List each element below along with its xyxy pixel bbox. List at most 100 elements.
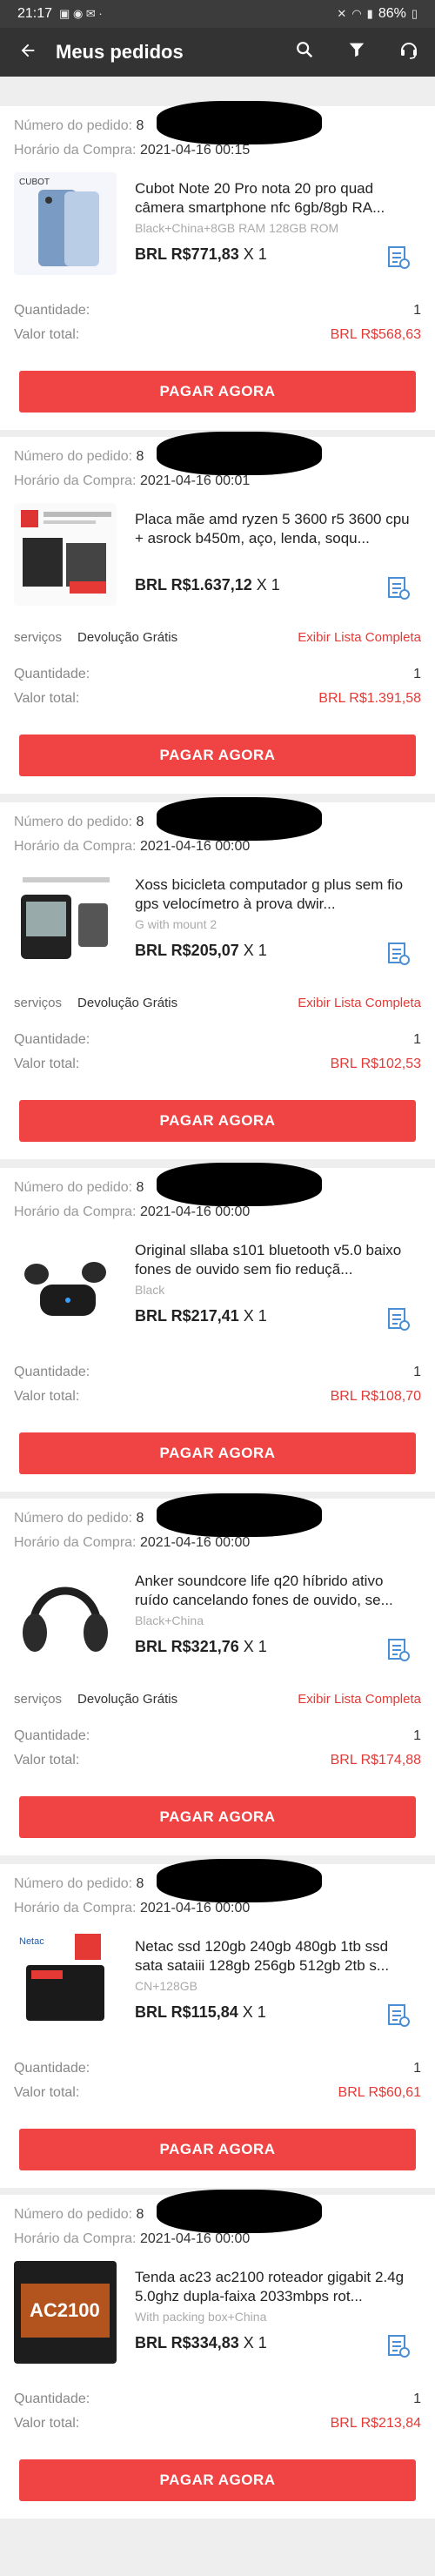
battery-level: 86% xyxy=(378,6,406,21)
pay-now-button[interactable]: PAGAR AGORA xyxy=(19,371,416,413)
total-value: BRL R$60,61 xyxy=(338,2085,421,2100)
notification-icons: ▣ ◉ ✉ · xyxy=(59,7,103,20)
redaction-mark xyxy=(157,101,322,144)
product-image-logo: CUBOT xyxy=(19,178,50,187)
quantity-label: Quantidade: xyxy=(14,1365,90,1379)
total-value: BRL R$1.391,58 xyxy=(318,691,421,706)
order-number-row: Número do pedido: 8 xyxy=(14,815,144,830)
services-label: serviços xyxy=(14,630,63,645)
quantity-value: 1 xyxy=(413,1365,421,1379)
order-time-value: 2021-04-16 00:01 xyxy=(139,473,251,488)
document-icon[interactable] xyxy=(387,2003,410,2028)
quantity-label: Quantidade: xyxy=(14,667,90,681)
total-label: Valor total: xyxy=(14,2085,80,2100)
pay-now-button[interactable]: PAGAR AGORA xyxy=(19,735,416,776)
redaction-mark xyxy=(157,1859,322,1902)
document-icon[interactable] xyxy=(387,1307,410,1332)
product-image[interactable] xyxy=(14,503,117,606)
product-image[interactable] xyxy=(14,1565,117,1667)
product-price: BRL R$205,07 xyxy=(135,942,239,959)
services-row: serviços Devolução Grátis Exibir Lista Com… xyxy=(14,996,421,1010)
order-number-value: 8 xyxy=(136,815,144,829)
redaction-mark xyxy=(157,2190,322,2233)
document-icon[interactable] xyxy=(387,245,410,270)
order-number-label: Número do pedido: xyxy=(14,1180,133,1195)
quantity-label: Quantidade: xyxy=(14,1032,90,1047)
product-price-line: BRL R$1.637,12 X 1 xyxy=(135,576,280,594)
pay-now-button[interactable]: PAGAR AGORA xyxy=(19,1796,416,1838)
headset-support-icon[interactable] xyxy=(383,39,435,65)
filter-icon[interactable] xyxy=(331,40,383,64)
product-image-logo: Netac xyxy=(19,1936,44,1947)
product-title[interactable]: Anker soundcore life q20 híbrido ativo r… xyxy=(135,1572,413,1610)
search-icon[interactable] xyxy=(278,40,331,64)
battery-icon: ▯ xyxy=(411,7,418,20)
total-label: Valor total: xyxy=(14,2416,80,2431)
document-icon[interactable] xyxy=(387,1638,410,1662)
view-full-list-link[interactable]: Exibir Lista Completa xyxy=(298,630,421,645)
order-number-row: Número do pedido: 8 xyxy=(14,118,144,134)
order-card: Número do pedido: 8 Horário da Compra: 2… xyxy=(0,1493,435,1855)
product-title[interactable]: Xoss bicicleta computador g plus sem fio… xyxy=(135,875,413,914)
order-number-value: 8 xyxy=(136,2207,144,2222)
product-qty: X 1 xyxy=(243,942,267,959)
product-image[interactable]: Netac xyxy=(14,1930,117,2033)
back-arrow-icon[interactable] xyxy=(0,39,56,66)
product-title[interactable]: Placa mãe amd ryzen 5 3600 r5 3600 cpu +… xyxy=(135,510,413,548)
total-row: Valor total: BRL R$60,61 xyxy=(14,2085,421,2101)
product-image[interactable]: CUBOT xyxy=(14,172,117,275)
wifi-icon: ◠ xyxy=(351,7,362,20)
pay-now-button[interactable]: PAGAR AGORA xyxy=(19,1100,416,1142)
order-number-row: Número do pedido: 8 xyxy=(14,1876,144,1892)
product-image[interactable] xyxy=(14,1234,117,1337)
document-icon[interactable] xyxy=(387,2334,410,2358)
order-time-row: Horário da Compra: 2021-04-16 00:00 xyxy=(14,839,250,855)
redaction-mark xyxy=(157,1493,322,1537)
redaction-mark xyxy=(157,1163,322,1206)
services-value: Devolução Grátis xyxy=(77,630,178,645)
order-time-row: Horário da Compra: 2021-04-16 00:01 xyxy=(14,473,250,489)
total-value: BRL R$213,84 xyxy=(330,2416,421,2431)
order-time-row: Horário da Compra: 2021-04-16 00:00 xyxy=(14,2231,250,2247)
order-time-row: Horário da Compra: 2021-04-16 00:15 xyxy=(14,143,250,158)
signal-icon: ▮ xyxy=(366,7,373,20)
order-time-value: 2021-04-16 00:00 xyxy=(139,1901,251,1915)
quantity-label: Quantidade: xyxy=(14,1728,90,1743)
app-bar: Meus pedidos xyxy=(0,28,435,77)
services-value: Devolução Grátis xyxy=(77,1692,178,1707)
total-value: BRL R$102,53 xyxy=(330,1057,421,1071)
pay-now-button[interactable]: PAGAR AGORA xyxy=(19,2459,416,2501)
document-icon[interactable] xyxy=(387,576,410,600)
view-full-list-link[interactable]: Exibir Lista Completa xyxy=(298,996,421,1010)
product-title[interactable]: Netac ssd 120gb 240gb 480gb 1tb ssd sata… xyxy=(135,1937,413,1976)
product-image-logo: AC2100 xyxy=(30,2299,100,2321)
product-image[interactable]: AC2100 xyxy=(14,2261,117,2364)
order-time-label: Horário da Compra: xyxy=(14,2231,137,2246)
order-time-row: Horário da Compra: 2021-04-16 00:00 xyxy=(14,1901,250,1916)
order-number-value: 8 xyxy=(136,1876,144,1891)
order-number-row: Número do pedido: 8 xyxy=(14,2207,144,2223)
product-title[interactable]: Tenda ac23 ac2100 roteador gigabit 2.4g … xyxy=(135,2268,413,2306)
pay-now-button[interactable]: PAGAR AGORA xyxy=(19,2129,416,2170)
product-title[interactable]: Original sllaba s101 bluetooth v5.0 baix… xyxy=(135,1241,413,1279)
document-icon[interactable] xyxy=(387,942,410,966)
quantity-value: 1 xyxy=(413,1728,421,1743)
services-row: serviços Devolução Grátis Exibir Lista Com… xyxy=(14,1692,421,1707)
quantity-row: Quantidade: 1 xyxy=(14,2392,421,2407)
product-variant: Black+China+8GB RAM 128GB ROM xyxy=(135,221,339,235)
order-time-row: Horário da Compra: 2021-04-16 00:00 xyxy=(14,1535,250,1551)
pay-now-button[interactable]: PAGAR AGORA xyxy=(19,1432,416,1474)
total-value: BRL R$174,88 xyxy=(330,1753,421,1768)
order-number-value: 8 xyxy=(136,449,144,464)
quantity-value: 1 xyxy=(413,303,421,318)
product-title[interactable]: Cubot Note 20 Pro nota 20 pro quad câmer… xyxy=(135,179,413,218)
product-price: BRL R$334,83 xyxy=(135,2334,239,2351)
order-number-label: Número do pedido: xyxy=(14,2207,133,2222)
view-full-list-link[interactable]: Exibir Lista Completa xyxy=(298,1692,421,1707)
order-time-label: Horário da Compra: xyxy=(14,839,137,854)
quantity-row: Quantidade: 1 xyxy=(14,1032,421,1048)
order-number-value: 8 xyxy=(136,1180,144,1195)
total-label: Valor total: xyxy=(14,1057,80,1071)
quantity-value: 1 xyxy=(413,1032,421,1047)
product-image[interactable] xyxy=(14,869,117,971)
